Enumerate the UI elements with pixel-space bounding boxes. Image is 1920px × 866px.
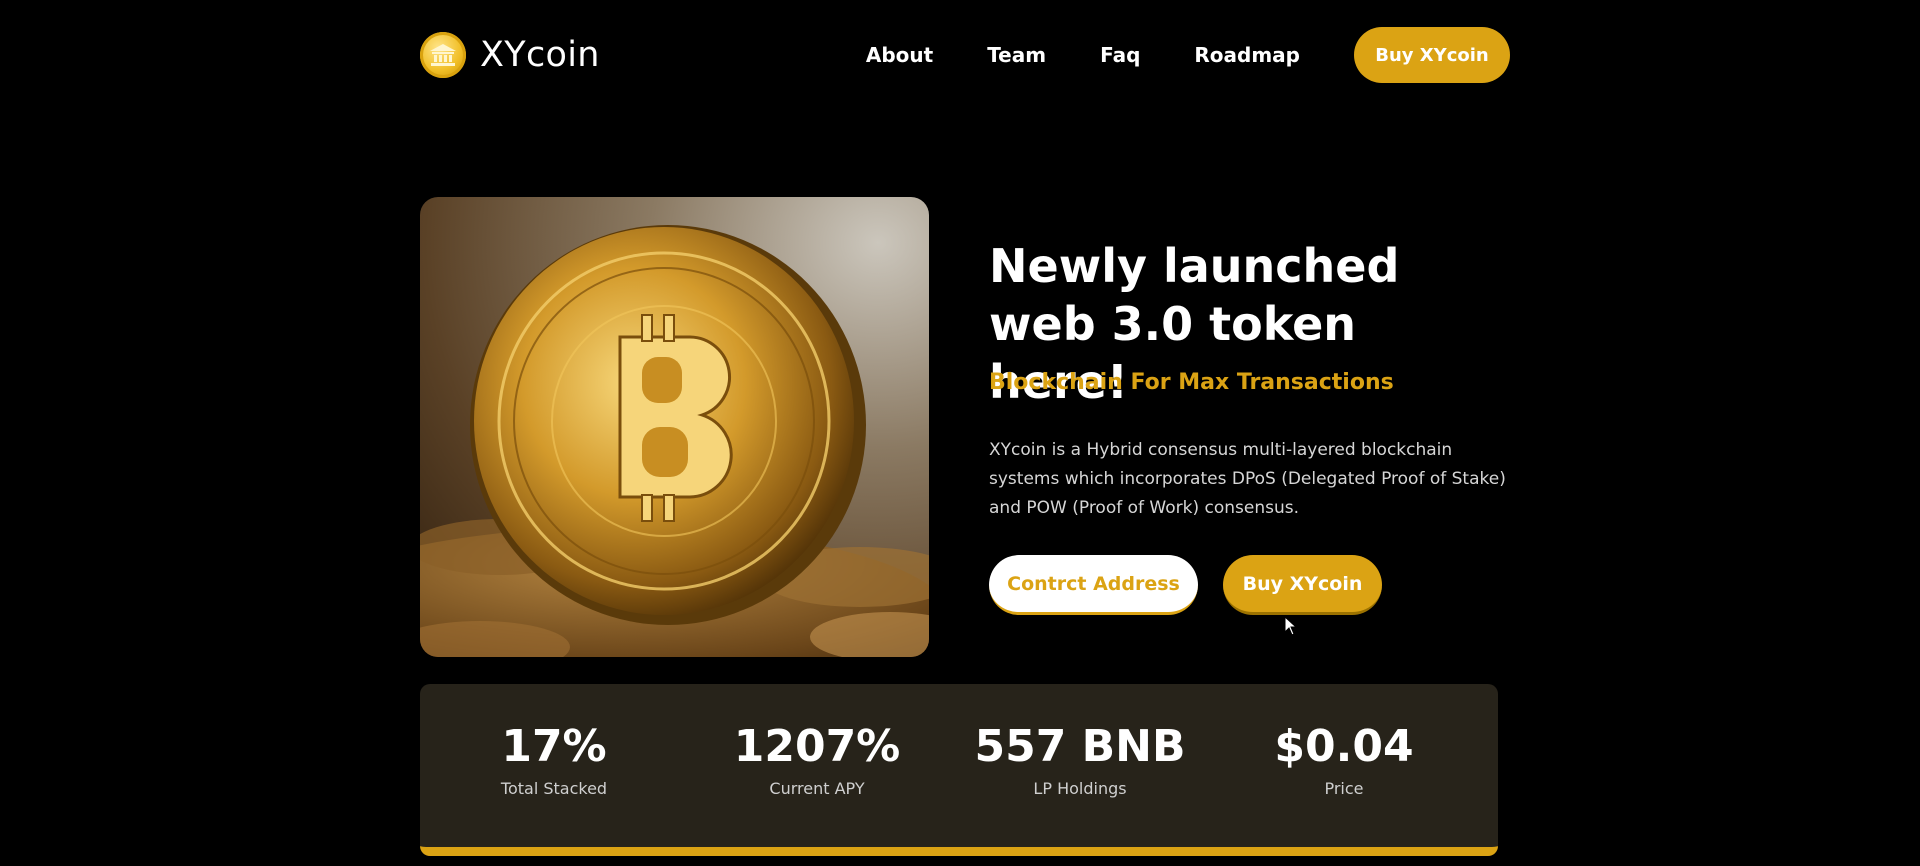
main-nav: About Team Faq Roadmap Buy XYcoin [866, 27, 1510, 83]
stat-label: Total Stacked [500, 779, 608, 798]
header-buy-button[interactable]: Buy XYcoin [1354, 27, 1510, 83]
stat-lp-holdings: 557 BNB LP Holdings [950, 721, 1210, 798]
nav-team[interactable]: Team [987, 43, 1046, 67]
stat-total-stacked: 17% Total Stacked [424, 721, 684, 798]
stat-current-apy: 1207% Current APY [687, 721, 947, 798]
stat-value: 557 BNB [974, 721, 1186, 772]
mouse-cursor-icon [1284, 615, 1298, 640]
brand[interactable]: XYcoin [420, 32, 600, 78]
site-header: XYcoin About Team Faq Roadmap Buy XYcoin [420, 26, 1510, 84]
stats-panel: 17% Total Stacked 1207% Current APY 557 … [420, 684, 1498, 856]
brand-name: XYcoin [480, 35, 600, 75]
hero-buy-button[interactable]: Buy XYcoin [1223, 555, 1382, 615]
stat-value: 1207% [733, 721, 901, 772]
nav-roadmap[interactable]: Roadmap [1194, 43, 1300, 67]
bitcoin-coin-photo [420, 197, 929, 657]
nav-about[interactable]: About [866, 43, 933, 67]
stat-label: Current APY [769, 779, 865, 798]
stat-label: Price [1324, 779, 1364, 798]
stat-value: $0.04 [1274, 721, 1414, 772]
stat-price: $0.04 Price [1214, 721, 1474, 798]
hero-subtitle: Blockchain For Max Transactions [989, 370, 1394, 395]
hero-description: XYcoin is a Hybrid consensus multi-layer… [989, 440, 1506, 518]
stat-label: LP Holdings [1033, 779, 1127, 798]
stat-value: 17% [501, 721, 607, 772]
contract-address-button[interactable]: Contrct Address [989, 555, 1198, 615]
bank-coin-icon [420, 32, 466, 78]
nav-faq[interactable]: Faq [1100, 43, 1140, 67]
